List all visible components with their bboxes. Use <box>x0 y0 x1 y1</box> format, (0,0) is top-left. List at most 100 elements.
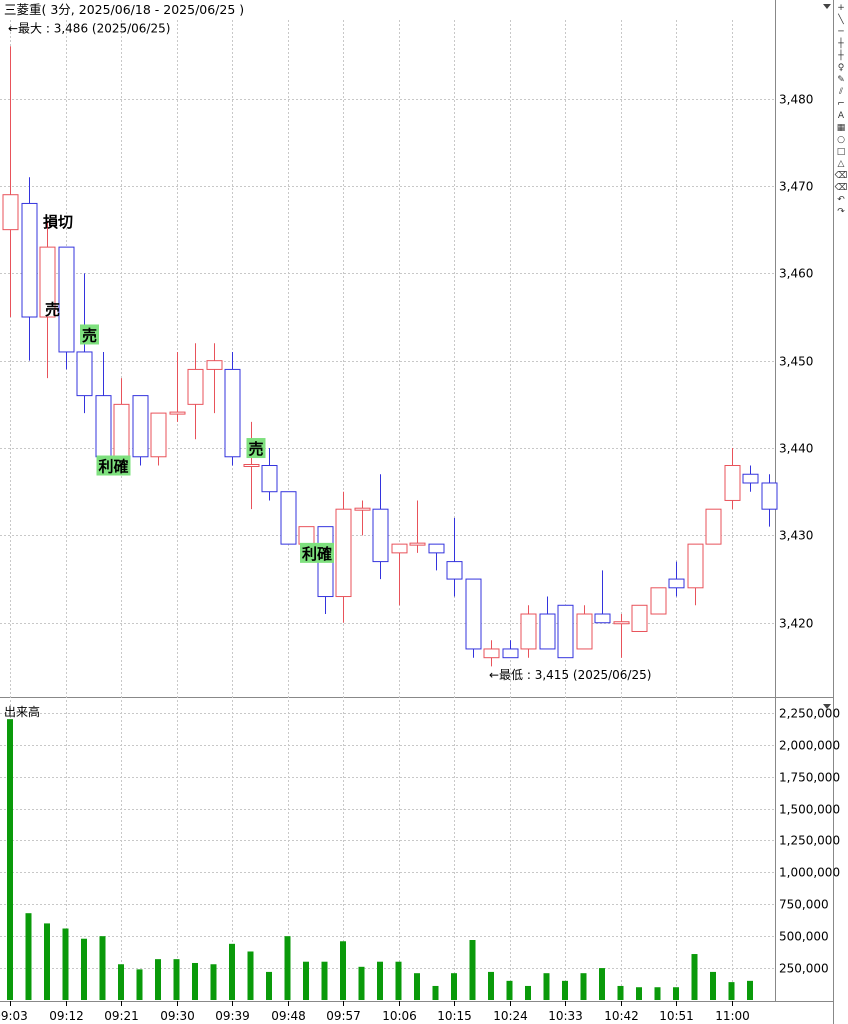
eraser-icon[interactable]: ⌫ <box>834 170 848 182</box>
candle-body <box>705 508 722 545</box>
candle-body <box>557 604 574 659</box>
volume-bar <box>284 936 291 1000</box>
undo-icon[interactable]: ↶ <box>834 194 848 206</box>
volume-bar <box>192 962 198 1000</box>
volume-bar <box>266 971 272 1000</box>
letter-a-icon[interactable]: A <box>834 110 848 122</box>
candle-body <box>187 368 204 405</box>
trade-label: 売 <box>45 300 60 318</box>
volume-tick-label: 1,500,000 <box>779 803 840 817</box>
volume-bar <box>636 987 642 1000</box>
candle-body <box>113 403 130 458</box>
time-tick-label: 09:39 <box>215 1009 250 1023</box>
signal-text: 損切 <box>43 213 73 231</box>
candle <box>298 526 315 545</box>
vline-icon[interactable]: ┼ <box>834 50 848 62</box>
signal-text: 売 <box>45 300 60 318</box>
price-tick-label: 3,480 <box>779 93 813 107</box>
candle-body <box>391 543 408 554</box>
candle-body <box>132 395 149 458</box>
volume-bar <box>543 973 550 1000</box>
volume-bar <box>488 971 494 1000</box>
trade-label: 損切 <box>43 213 73 231</box>
volume-tick-label: 250,000 <box>779 962 829 976</box>
line-icon[interactable]: ╲ <box>834 14 848 26</box>
volume-tick-label: 1,250,000 <box>779 834 840 848</box>
volume-bar <box>44 923 50 1000</box>
candle-body <box>372 508 389 563</box>
candle-body <box>465 578 482 650</box>
grid-icon[interactable]: ▦ <box>834 122 848 134</box>
pen-icon[interactable]: ✎ <box>834 74 848 86</box>
signal-label: 売 <box>246 438 266 459</box>
eraser-all-icon[interactable]: ⌫ <box>834 182 848 194</box>
volume-bar <box>451 973 457 1000</box>
volume-bar <box>136 969 143 1000</box>
triangle-icon[interactable]: △ <box>834 158 848 170</box>
candle-body <box>354 507 371 511</box>
text-icon[interactable]: ♀ <box>834 62 848 74</box>
price-tick-label: 3,450 <box>779 355 813 369</box>
rectangle-icon[interactable]: □ <box>834 146 848 158</box>
candle-body <box>668 578 685 589</box>
candle-body <box>613 621 630 625</box>
candle-body <box>335 508 352 598</box>
time-tick-label: 09:57 <box>326 1009 361 1023</box>
volume-bar <box>303 961 309 1000</box>
candle-body <box>243 464 260 468</box>
candle-body <box>520 613 537 650</box>
volume-bar <box>62 928 69 1000</box>
volume-bar <box>210 964 217 1000</box>
channel-icon[interactable]: ⫽ <box>834 86 848 98</box>
volume-bar <box>321 961 328 1000</box>
redo-icon[interactable]: ↷ <box>834 206 848 218</box>
signal-label: 売 <box>80 324 99 345</box>
candle-body <box>150 412 167 458</box>
volume-bar <box>654 987 661 1000</box>
candle-body <box>724 465 741 501</box>
time-tick-label: 10:42 <box>604 1009 639 1023</box>
volume-bar <box>118 964 124 1000</box>
time-tick-label: 09:30 <box>160 1009 195 1023</box>
candle-body <box>95 395 112 458</box>
volume-bar <box>377 961 383 1000</box>
volume-bar <box>395 961 402 1000</box>
max-annotation: ←最大 : 3,486 (2025/06/25) <box>8 22 170 36</box>
volume-bar <box>229 943 235 1000</box>
signal-label: 利確 <box>96 455 131 476</box>
time-tick-label: 10:24 <box>493 1009 528 1023</box>
volume-bar <box>747 980 753 1000</box>
candle-body <box>483 648 500 659</box>
candle-body <box>631 604 648 632</box>
candle-body <box>58 246 75 353</box>
plus-icon[interactable]: + <box>834 2 848 14</box>
candle-body <box>169 411 186 415</box>
candle-body <box>761 482 778 510</box>
candle-body <box>650 587 667 615</box>
chart: 3,480 3,470 3,460 3,450 3,440 3,430 3,420 2,25… <box>0 0 848 1024</box>
circle-icon[interactable]: ○ <box>834 134 848 146</box>
time-tick-label: 09:03 <box>0 1009 28 1023</box>
min-annotation: ←最低 : 3,415 (2025/06/25) <box>489 668 651 682</box>
candle-body <box>502 648 519 659</box>
volume-tick-label: 750,000 <box>779 898 829 912</box>
candle-body <box>298 526 315 545</box>
volume-bar <box>358 966 365 1000</box>
volume-bar <box>173 959 180 1000</box>
signal-text: 売 <box>82 326 97 344</box>
candle-body <box>2 194 19 231</box>
time-tick-label: 09:48 <box>271 1009 306 1023</box>
volume-bar <box>710 971 716 1000</box>
volume-bar <box>617 985 624 1000</box>
candle-body <box>594 613 611 624</box>
volume-bar <box>432 985 439 1000</box>
price-tick-label: 3,460 <box>779 267 813 281</box>
signal-text: 売 <box>249 440 264 458</box>
hline-icon[interactable]: ┼ <box>834 38 848 50</box>
time-tick-label: 10:33 <box>548 1009 583 1023</box>
candle <box>650 587 667 615</box>
box-icon[interactable]: ⌐ <box>834 98 848 110</box>
candle <box>465 578 482 658</box>
candle-body <box>446 561 463 580</box>
diagonal-icon[interactable]: ─ <box>834 26 848 38</box>
